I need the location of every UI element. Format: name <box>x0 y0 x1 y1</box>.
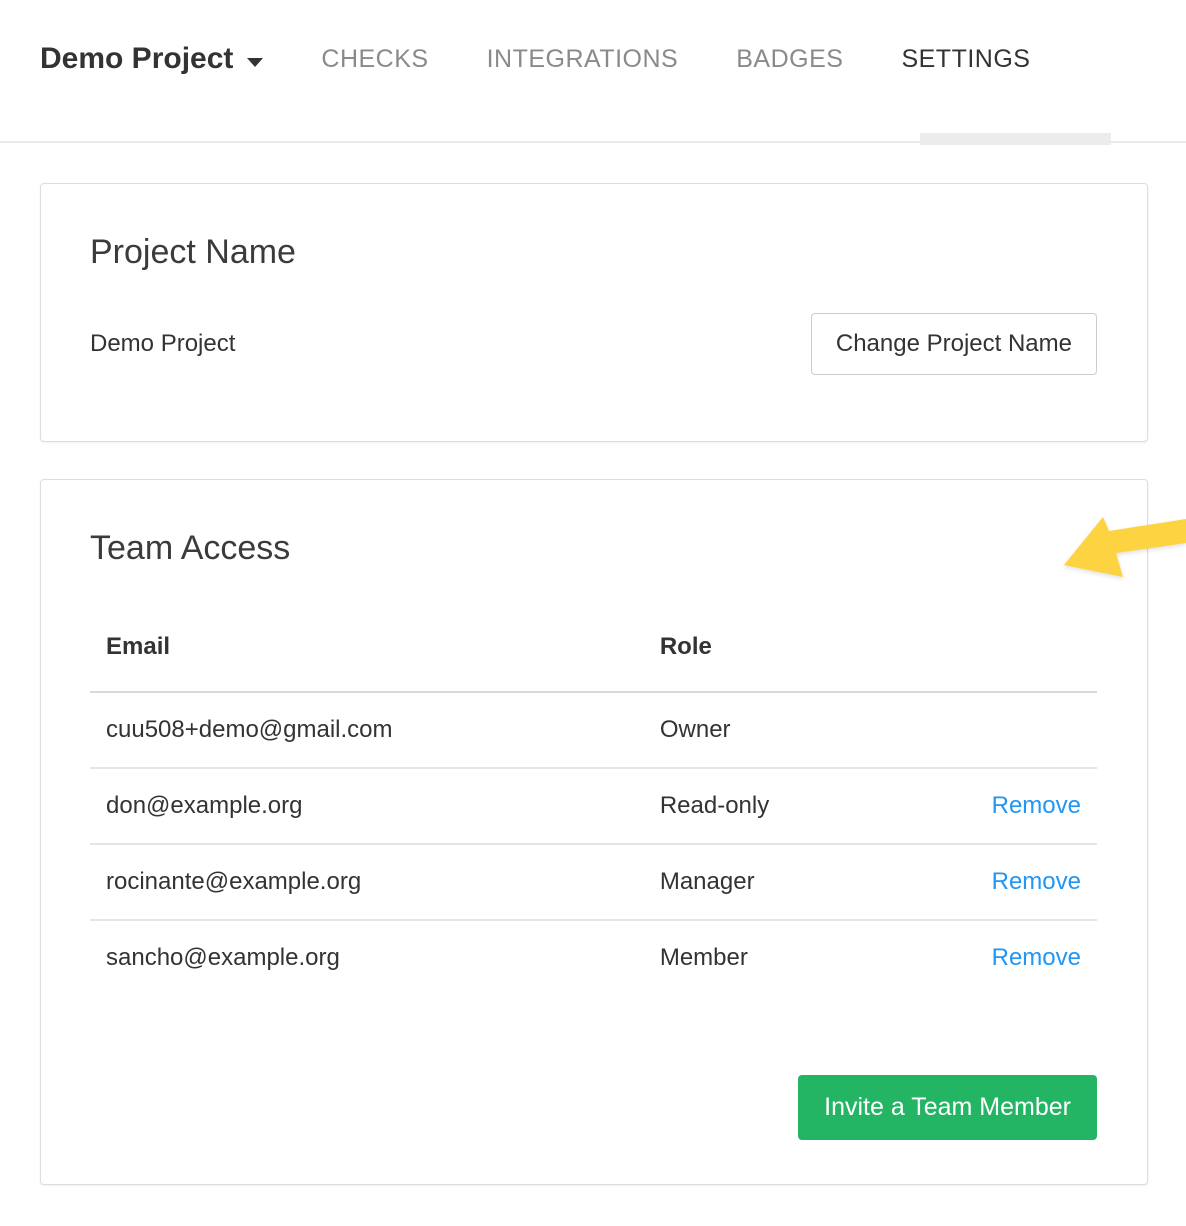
member-role: Read-only <box>644 768 926 844</box>
team-members-table: Email Role cuu508+demo@gmail.com Owner d… <box>90 609 1097 995</box>
project-name-card-title: Project Name <box>90 232 1097 273</box>
caret-down-icon <box>247 58 263 67</box>
action-column-header <box>926 609 1097 692</box>
table-row: don@example.org Read-only Remove <box>90 768 1097 844</box>
team-access-card: Team Access Email Role cuu508+demo@gmail… <box>40 479 1148 1185</box>
member-email: cuu508+demo@gmail.com <box>90 692 644 768</box>
member-role: Member <box>644 920 926 995</box>
remove-link[interactable]: Remove <box>992 944 1081 971</box>
change-project-name-button[interactable]: Change Project Name <box>811 313 1097 375</box>
nav-links: CHECKS INTEGRATIONS BADGES SETTINGS <box>321 45 1030 74</box>
remove-link[interactable]: Remove <box>992 868 1081 895</box>
active-tab-indicator <box>920 133 1111 145</box>
member-email: rocinante@example.org <box>90 844 644 920</box>
table-row: cuu508+demo@gmail.com Owner <box>90 692 1097 768</box>
member-email: sancho@example.org <box>90 920 644 995</box>
team-access-card-title: Team Access <box>90 528 1097 569</box>
table-row: sancho@example.org Member Remove <box>90 920 1097 995</box>
invite-team-member-button[interactable]: Invite a Team Member <box>798 1075 1097 1140</box>
member-role: Manager <box>644 844 926 920</box>
top-navigation-bar: Demo Project CHECKS INTEGRATIONS BADGES … <box>0 0 1186 143</box>
tab-badges[interactable]: BADGES <box>736 45 843 73</box>
member-role: Owner <box>644 692 926 768</box>
member-email: don@example.org <box>90 768 644 844</box>
tab-checks[interactable]: CHECKS <box>321 45 428 73</box>
email-column-header: Email <box>90 609 644 692</box>
tab-settings[interactable]: SETTINGS <box>901 45 1030 73</box>
remove-link[interactable]: Remove <box>992 792 1081 819</box>
table-row: rocinante@example.org Manager Remove <box>90 844 1097 920</box>
role-column-header: Role <box>644 609 926 692</box>
current-project-name: Demo Project <box>90 330 235 358</box>
table-header-row: Email Role <box>90 609 1097 692</box>
project-name-card: Project Name Demo Project Change Project… <box>40 183 1148 442</box>
project-title: Demo Project <box>40 40 233 78</box>
tab-integrations[interactable]: INTEGRATIONS <box>487 45 679 73</box>
project-switcher[interactable]: Demo Project <box>40 40 263 78</box>
